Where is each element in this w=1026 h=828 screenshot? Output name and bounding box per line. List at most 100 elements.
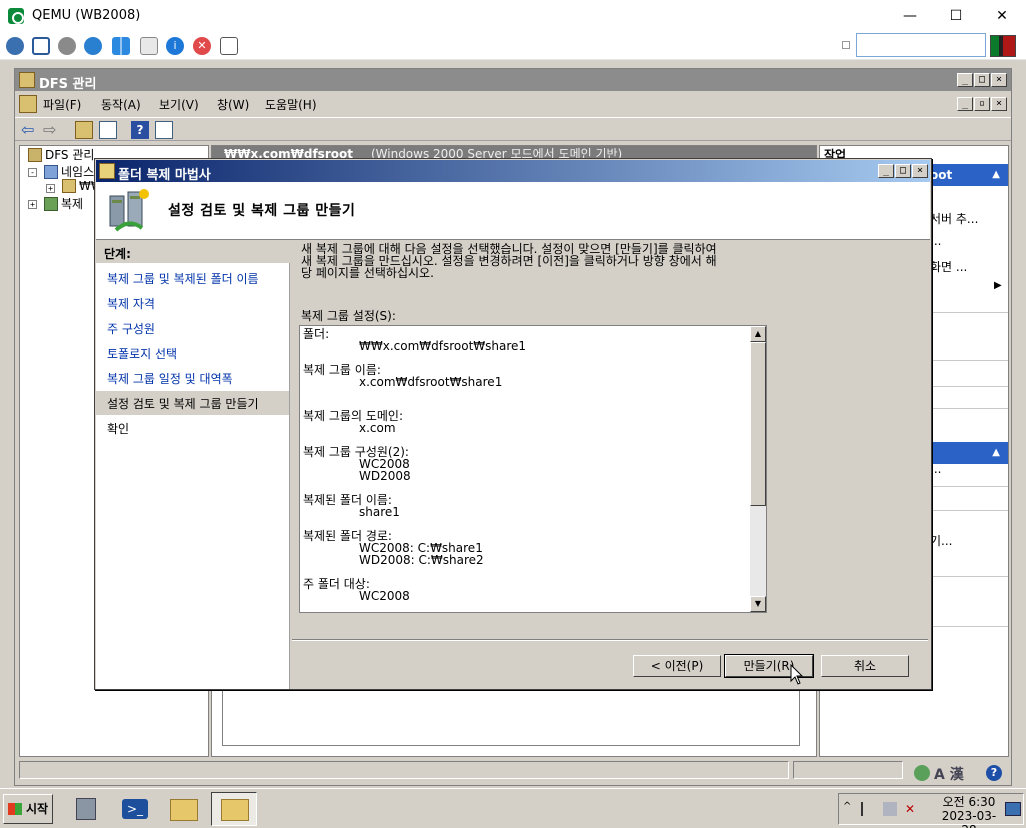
setting-value: WC2008 bbox=[359, 589, 410, 603]
mmc-close-button[interactable]: × bbox=[991, 73, 1007, 87]
scroll-thumb[interactable] bbox=[750, 342, 766, 506]
collapse-icon[interactable]: - bbox=[28, 168, 37, 177]
replication-icon bbox=[44, 197, 58, 211]
show-hidden-icons-icon[interactable]: ^ bbox=[843, 801, 851, 812]
scroll-up-icon[interactable]: ▲ bbox=[750, 326, 766, 342]
divider bbox=[930, 408, 1008, 409]
setting-group: 복제된 폴더 이름: share1 bbox=[303, 494, 749, 518]
back-button[interactable]: < 이전(P) bbox=[633, 655, 721, 677]
child-restore-button[interactable]: ▫ bbox=[974, 97, 990, 111]
volume-muted-icon[interactable]: ✕ bbox=[905, 802, 919, 816]
close-button[interactable]: ✕ bbox=[979, 4, 1025, 28]
wizard-minimize-button[interactable]: _ bbox=[878, 164, 894, 178]
taskbar-server-manager[interactable] bbox=[66, 792, 108, 826]
action-item-5[interactable]: 기... bbox=[930, 532, 952, 549]
step-topology[interactable]: 토폴로지 선택 bbox=[96, 341, 289, 365]
action-item-3[interactable]: 화면 ... bbox=[930, 258, 967, 275]
submenu-arrow-icon[interactable]: ▶ bbox=[994, 280, 1002, 291]
replicate-folder-wizard: 폴더 복제 마법사 _ □ × 설정 검토 및 복제 그룹 만들기 단계: 복제… bbox=[94, 158, 932, 690]
network-icon[interactable] bbox=[6, 37, 24, 55]
settings-content: 폴더: ₩₩x.com₩dfsroot₩share1 복제 그룹 이름: x.c… bbox=[303, 328, 749, 612]
step-schedule[interactable]: 복제 그룹 일정 및 대역폭 bbox=[96, 366, 289, 390]
qemu-search-input[interactable] bbox=[856, 33, 986, 57]
menu-action[interactable]: 동작(A) bbox=[101, 96, 141, 113]
status-cell bbox=[19, 761, 789, 779]
setting-group: 주 폴더 대상: WC2008 bbox=[303, 578, 749, 602]
start-button[interactable]: 시작 bbox=[3, 794, 53, 824]
network-tray-icon[interactable] bbox=[883, 802, 897, 816]
menu-file[interactable]: 파일(F) bbox=[43, 96, 81, 113]
status-cell bbox=[793, 761, 903, 779]
show-hide-tree-icon[interactable] bbox=[99, 121, 117, 139]
up-folder-icon[interactable] bbox=[75, 121, 93, 139]
tree-item-namespaces[interactable]: 네임스 bbox=[44, 163, 94, 180]
folder-icon bbox=[62, 179, 76, 193]
cancel-button[interactable]: 취소 bbox=[821, 655, 909, 677]
mmc-window-title: DFS 관리 bbox=[39, 77, 97, 92]
ime-globe-icon[interactable] bbox=[914, 765, 930, 781]
keyboard-icon[interactable] bbox=[140, 37, 158, 55]
menu-window[interactable]: 창(W) bbox=[217, 96, 249, 113]
divider bbox=[930, 510, 1008, 511]
menu-bar: 파일(F) 동작(A) 보기(V) 창(W) 도움말(H) _ ▫ × bbox=[15, 93, 1011, 115]
clock-time: 오전 6:30 bbox=[942, 795, 996, 809]
gear-icon[interactable] bbox=[58, 37, 76, 55]
step-name[interactable]: 복제 그룹 및 복제된 폴더 이름 bbox=[96, 266, 289, 290]
mmc-title-bar: DFS 관리 _ □ × bbox=[15, 69, 1011, 92]
checkbox-icon[interactable] bbox=[842, 41, 850, 49]
divider bbox=[930, 486, 1008, 487]
child-close-button[interactable]: × bbox=[991, 97, 1007, 111]
action-pane-icon[interactable] bbox=[155, 121, 173, 139]
mmc-minimize-button[interactable]: _ bbox=[957, 73, 973, 87]
show-desktop-icon[interactable] bbox=[1005, 802, 1021, 816]
dfs-app-icon bbox=[19, 72, 35, 88]
refresh-icon[interactable] bbox=[84, 37, 102, 55]
clock-date: 2023-03-28 bbox=[941, 809, 997, 828]
wizard-page-heading: 설정 검토 및 복제 그룹 만들기 bbox=[168, 203, 356, 219]
taskbar-explorer[interactable] bbox=[162, 792, 204, 826]
action-center-flag-icon[interactable] bbox=[861, 802, 873, 816]
tree-item-replication[interactable]: 복제 bbox=[44, 195, 83, 212]
menu-help[interactable]: 도움말(H) bbox=[265, 96, 317, 113]
windows-icon[interactable] bbox=[112, 37, 130, 55]
help-icon[interactable]: ? bbox=[986, 765, 1002, 781]
settings-scrollbar[interactable]: ▲ ▼ bbox=[750, 326, 766, 612]
action-add-server[interactable]: 서버 추... bbox=[930, 210, 978, 227]
taskbar-powershell[interactable]: >_ bbox=[114, 792, 156, 826]
scroll-down-icon[interactable]: ▼ bbox=[750, 596, 766, 612]
mouse-cursor-icon bbox=[790, 664, 804, 685]
mmc-maximize-button[interactable]: □ bbox=[974, 73, 990, 87]
back-arrow-icon[interactable]: ⇦ bbox=[21, 121, 39, 139]
settings-textbox[interactable]: 폴더: ₩₩x.com₩dfsroot₩share1 복제 그룹 이름: x.c… bbox=[299, 325, 767, 613]
divider bbox=[930, 386, 1008, 387]
maximize-button[interactable]: ☐ bbox=[933, 4, 979, 28]
divider bbox=[930, 626, 1008, 627]
server-manager-icon bbox=[76, 798, 96, 820]
wizard-maximize-button[interactable]: □ bbox=[895, 164, 911, 178]
help-icon[interactable]: ? bbox=[131, 121, 149, 139]
color-swatch[interactable] bbox=[990, 35, 1016, 57]
fullscreen-icon[interactable] bbox=[32, 37, 50, 55]
tree-replication-label: 복제 bbox=[61, 197, 84, 211]
step-primary-member[interactable]: 주 구성원 bbox=[96, 316, 289, 340]
menu-view[interactable]: 보기(V) bbox=[159, 96, 199, 113]
taskbar-dfs-management[interactable] bbox=[211, 792, 257, 826]
step-eligibility[interactable]: 복제 자격 bbox=[96, 291, 289, 315]
tray-clock[interactable]: 오전 6:30 2023-03-28 bbox=[937, 795, 1001, 828]
expand-icon[interactable]: + bbox=[46, 184, 55, 193]
ime-mode[interactable]: A 漢 bbox=[934, 764, 964, 784]
language-bar: A 漢 ? bbox=[910, 762, 1022, 784]
wizard-app-icon bbox=[99, 163, 115, 179]
tree-item-dfs-root[interactable]: DFS 관리 bbox=[28, 146, 94, 163]
forward-arrow-icon[interactable]: ⇨ bbox=[43, 121, 61, 139]
child-minimize-button[interactable]: _ bbox=[957, 97, 973, 111]
wizard-close-button[interactable]: × bbox=[912, 164, 928, 178]
step-review-current: 설정 검토 및 복제 그룹 만들기 bbox=[96, 391, 289, 415]
expand-icon[interactable]: + bbox=[28, 200, 37, 209]
setting-value: ₩₩x.com₩dfsroot₩share1 bbox=[359, 339, 527, 353]
screenshot-icon[interactable] bbox=[220, 37, 238, 55]
setting-value: WD2008 bbox=[359, 469, 411, 483]
actions-group-label: oot bbox=[930, 168, 953, 182]
minimize-button[interactable]: — bbox=[887, 4, 933, 28]
system-tray: ^ ✕ 오전 6:30 2023-03-28 bbox=[838, 793, 1024, 828]
